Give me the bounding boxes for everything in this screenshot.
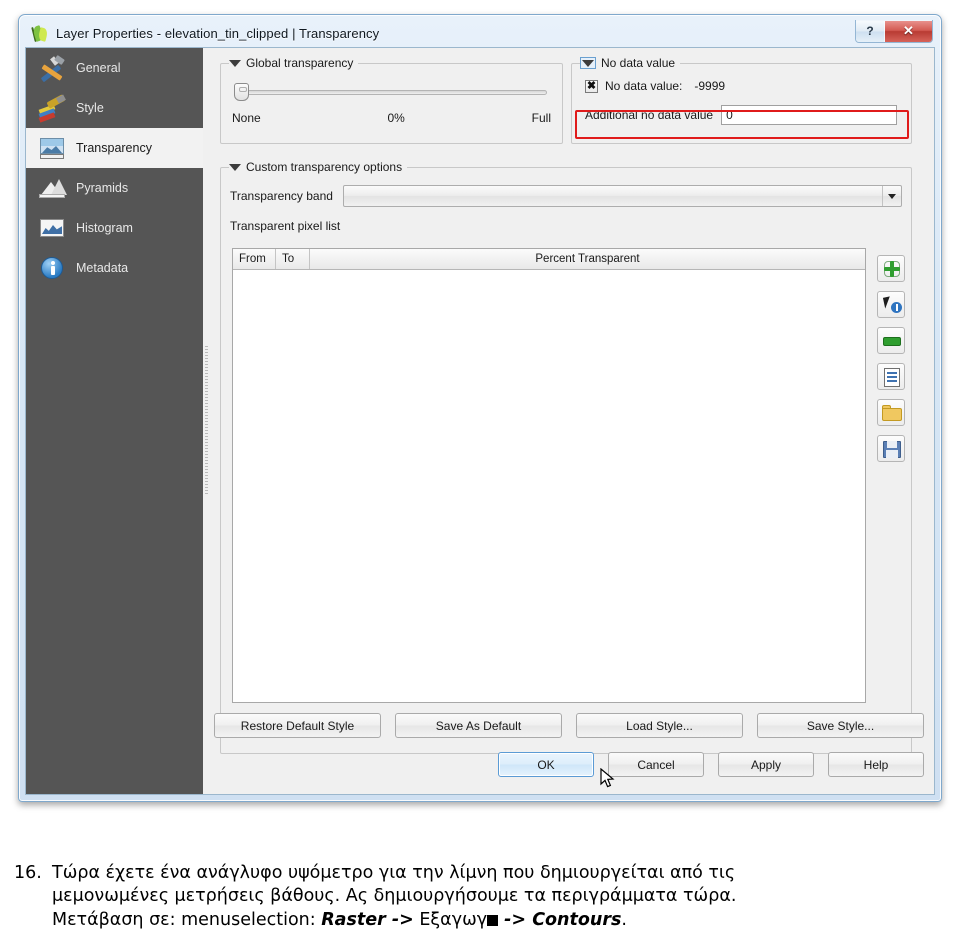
import-from-file-button[interactable] (877, 399, 905, 426)
group-title: Custom transparency options (246, 160, 403, 174)
sidebar-item-label: General (76, 61, 121, 75)
sidebar-item-histogram[interactable]: Histogram (26, 208, 203, 248)
no-data-value-header[interactable]: No data value (580, 54, 681, 72)
chevron-down-icon[interactable] (580, 57, 596, 69)
transparent-pixel-table[interactable]: From To Percent Transparent (232, 248, 866, 703)
red-highlight-annotation (575, 110, 909, 139)
apply-button[interactable]: Apply (718, 752, 814, 777)
add-values-manually-button[interactable] (877, 255, 905, 282)
custom-transparency-group: Custom transparency options Transparency… (220, 158, 912, 754)
sidebar-item-label: Pyramids (76, 181, 129, 195)
slider-label-percent: 0% (387, 111, 405, 125)
sidebar-item-style[interactable]: Style (26, 88, 203, 128)
global-transparency-slider[interactable] (234, 83, 549, 101)
help-window-button[interactable]: ? (856, 20, 885, 42)
no-data-value-group: No data value ✖ No data value: -9999 Add… (571, 54, 912, 144)
pixel-list-toolbar (877, 255, 905, 462)
caption-line-1: Τώρα έχετε ένα ανάγλυφο υψόμετρο για την… (52, 863, 736, 883)
help-button[interactable]: Help (828, 752, 924, 777)
style-button-row: Restore Default Style Save As Default Lo… (214, 713, 924, 738)
export-to-file-button[interactable] (877, 435, 905, 462)
caption-line-3: Μετάβαση σε: menuselection: Raster -> Εξ… (52, 909, 954, 932)
window-buttons: ? ✕ (855, 20, 933, 43)
group-title: Global transparency (246, 56, 354, 70)
cancel-button[interactable]: Cancel (608, 752, 704, 777)
chevron-down-icon[interactable] (229, 163, 241, 171)
no-data-value-checkbox[interactable]: ✖ (585, 79, 598, 93)
paintbrush-icon (38, 94, 66, 123)
transparency-band-label: Transparency band (230, 189, 333, 203)
slider-label-full: Full (531, 111, 551, 125)
histogram-icon (38, 214, 66, 242)
screenshot-root: Layer Properties - elevation_tin_clipped… (0, 0, 960, 938)
dialog-button-row: OK Cancel Apply Help (498, 752, 924, 777)
transparency-band-select[interactable] (343, 185, 902, 207)
restore-default-style-button[interactable]: Restore Default Style (214, 713, 381, 738)
column-header-to[interactable]: To (276, 249, 310, 269)
slider-labels: None 0% Full (232, 111, 551, 125)
caption-period: . (621, 909, 627, 930)
save-as-default-button[interactable]: Save As Default (395, 713, 562, 738)
slider-label-none: None (232, 111, 261, 125)
sidebar-item-transparency[interactable]: Transparency (26, 128, 203, 168)
missing-glyph-box-icon (487, 914, 499, 926)
save-style-button[interactable]: Save Style... (757, 713, 924, 738)
column-header-percent-transparent[interactable]: Percent Transparent (310, 249, 865, 269)
no-data-value-label: No data value: (605, 79, 683, 93)
dialog-title: Layer Properties - elevation_tin_clipped… (56, 26, 380, 41)
close-window-button[interactable]: ✕ (885, 20, 932, 42)
transparency-band-value (344, 186, 882, 206)
sidebar-item-label: Histogram (76, 221, 133, 235)
sidebar-splitter-handle[interactable] (203, 48, 210, 794)
mouse-cursor-icon (600, 767, 616, 790)
dialog-titlebar[interactable]: Layer Properties - elevation_tin_clipped… (25, 20, 935, 47)
sidebar-item-general[interactable]: General (26, 48, 203, 88)
sidebar-item-label: Transparency (76, 141, 152, 155)
sidebar-item-label: Style (76, 101, 104, 115)
sidebar-item-pyramids[interactable]: Pyramids (26, 168, 203, 208)
caption-menu-prefix: Μετάβαση σε: menuselection: (52, 909, 322, 930)
slider-track[interactable] (242, 90, 547, 95)
table-header-row: From To Percent Transparent (233, 249, 865, 270)
transparency-band-row: Transparency band (230, 185, 902, 207)
layer-properties-dialog: Layer Properties - elevation_tin_clipped… (18, 14, 942, 802)
ok-button[interactable]: OK (498, 752, 594, 777)
qgis-leaf-icon (31, 24, 49, 43)
chevron-down-icon[interactable] (229, 59, 241, 67)
transparency-panel: Global transparency None 0% Full No data… (210, 48, 934, 794)
group-title: No data value (601, 56, 676, 70)
custom-transparency-header[interactable]: Custom transparency options (229, 158, 408, 176)
caption-number: 16. (14, 863, 42, 883)
dialog-client-area: General Style Transparency Pyramids Hist… (25, 47, 935, 795)
info-circle-icon (38, 254, 66, 282)
default-values-button[interactable] (877, 363, 905, 390)
pyramids-icon (38, 174, 67, 202)
caption-line-2: μεμονωμένες μετρήσεις βάθους. Ας δημιουρ… (52, 886, 737, 907)
tools-icon (38, 54, 66, 83)
sidebar-item-label: Metadata (76, 261, 129, 275)
remove-selected-row-button[interactable] (877, 327, 905, 354)
column-header-from[interactable]: From (233, 249, 276, 269)
add-values-from-display-button[interactable] (877, 291, 905, 318)
caption-menu-contours: -> Contours (498, 909, 622, 930)
chevron-down-icon[interactable] (882, 186, 901, 206)
transparent-pixel-list-label: Transparent pixel list (230, 219, 341, 233)
group-body: None 0% Full (220, 63, 563, 144)
caption-menu-raster: Raster -> (321, 909, 414, 930)
global-transparency-group: Global transparency None 0% Full (220, 54, 563, 144)
caption-menu-greek: Εξαγωγ (413, 909, 488, 930)
figure-caption: 16. Τώρα έχετε ένα ανάγλυφο υψόμετρο για… (0, 862, 960, 932)
no-data-value-row: ✖ No data value: -9999 (585, 79, 902, 93)
splitter-grip-icon (205, 346, 208, 496)
global-transparency-header[interactable]: Global transparency (229, 54, 359, 72)
slider-handle[interactable] (234, 83, 249, 101)
sidebar-item-metadata[interactable]: Metadata (26, 248, 203, 288)
no-data-value-text: -9999 (694, 79, 726, 93)
properties-sidebar: General Style Transparency Pyramids Hist… (26, 48, 203, 794)
raster-image-icon (38, 134, 66, 162)
load-style-button[interactable]: Load Style... (576, 713, 743, 738)
